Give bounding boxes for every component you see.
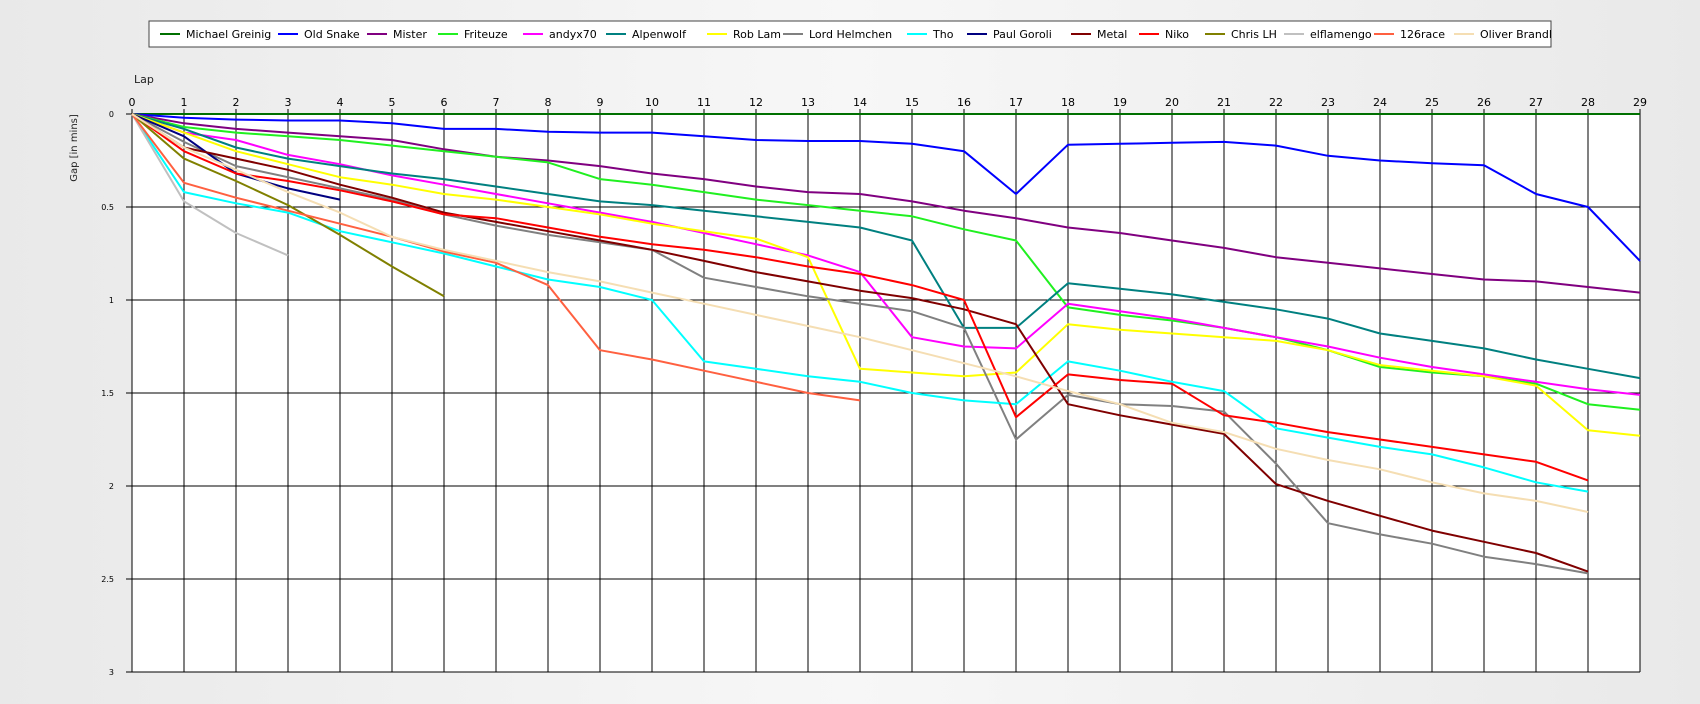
legend-label: 126race	[1400, 28, 1445, 41]
y-tick-label: 2	[109, 482, 114, 491]
legend-label: andyx70	[549, 28, 597, 41]
y-axis-label: Gap [in mins]	[69, 114, 80, 182]
x-tick-label: 0	[129, 96, 136, 109]
x-tick-label: 11	[697, 96, 711, 109]
x-tick-label: 8	[545, 96, 552, 109]
y-tick-label: 1.5	[101, 389, 114, 398]
chart-svg: Michael Greinig Old Snake Mister Friteuze an…	[69, 20, 1647, 677]
x-axis-label: Lap	[134, 73, 154, 86]
x-tick-label: 19	[1113, 96, 1127, 109]
x-tick-label: 6	[441, 96, 448, 109]
legend-label: Lord Helmchen	[809, 28, 892, 41]
x-tick-label: 14	[853, 96, 867, 109]
y-tick-label: 1	[109, 296, 114, 305]
x-tick-label: 13	[801, 96, 815, 109]
x-tick-label: 21	[1217, 96, 1231, 109]
legend-label: Rob Lam	[733, 28, 781, 41]
x-tick-label: 16	[957, 96, 971, 109]
x-tick-label: 18	[1061, 96, 1075, 109]
x-tick-label: 24	[1373, 96, 1387, 109]
y-tick-label: 0.5	[101, 203, 114, 212]
legend-label: Old Snake	[304, 28, 360, 41]
x-tick-label: 17	[1009, 96, 1023, 109]
lap-gap-chart: Michael Greinig Old Snake Mister Friteuze an…	[0, 0, 1700, 700]
x-tick-label: 3	[285, 96, 292, 109]
legend: Michael Greinig Old Snake Mister Friteuze an…	[148, 20, 1552, 48]
x-tick-label: 23	[1321, 96, 1335, 109]
x-tick-label: 22	[1269, 96, 1283, 109]
x-tick-label: 15	[905, 96, 919, 109]
legend-label: Metal	[1097, 28, 1127, 41]
x-tick-label: 12	[749, 96, 763, 109]
y-tick-label: 2.5	[101, 575, 114, 584]
plot-area: 0 1 2 3 4 5 6 7 8 9 10 11 12 13 14 15 16 17 18 19 20 21 22 23 24…	[101, 96, 1647, 677]
legend-label: Niko	[1165, 28, 1189, 41]
x-tick-label: 25	[1425, 96, 1439, 109]
legend-label: Michael Greinig	[186, 28, 271, 41]
x-tick-label: 29	[1633, 96, 1647, 109]
x-tick-label: 10	[645, 96, 659, 109]
legend-label: Friteuze	[464, 28, 508, 41]
x-tick-label: 7	[493, 96, 500, 109]
x-tick-label: 26	[1477, 96, 1491, 109]
legend-label: Paul Goroli	[993, 28, 1052, 41]
x-tick-label: 2	[233, 96, 240, 109]
legend-label: Mister	[393, 28, 427, 41]
legend-label: elflamengo	[1310, 28, 1372, 41]
legend-label: Tho	[932, 28, 954, 41]
x-tick-label: 20	[1165, 96, 1179, 109]
x-tick-label: 9	[597, 96, 604, 109]
x-tick-label: 1	[181, 96, 188, 109]
x-tick-label: 27	[1529, 96, 1543, 109]
x-tick-label: 28	[1581, 96, 1595, 109]
y-tick-label: 0	[109, 110, 114, 119]
x-tick-label: 5	[389, 96, 396, 109]
legend-label: Oliver Brandl	[1480, 28, 1552, 41]
x-tick-label: 4	[337, 96, 344, 109]
legend-label: Chris LH	[1231, 28, 1277, 41]
legend-label: Alpenwolf	[632, 28, 687, 41]
y-tick-label: 3	[109, 668, 114, 677]
